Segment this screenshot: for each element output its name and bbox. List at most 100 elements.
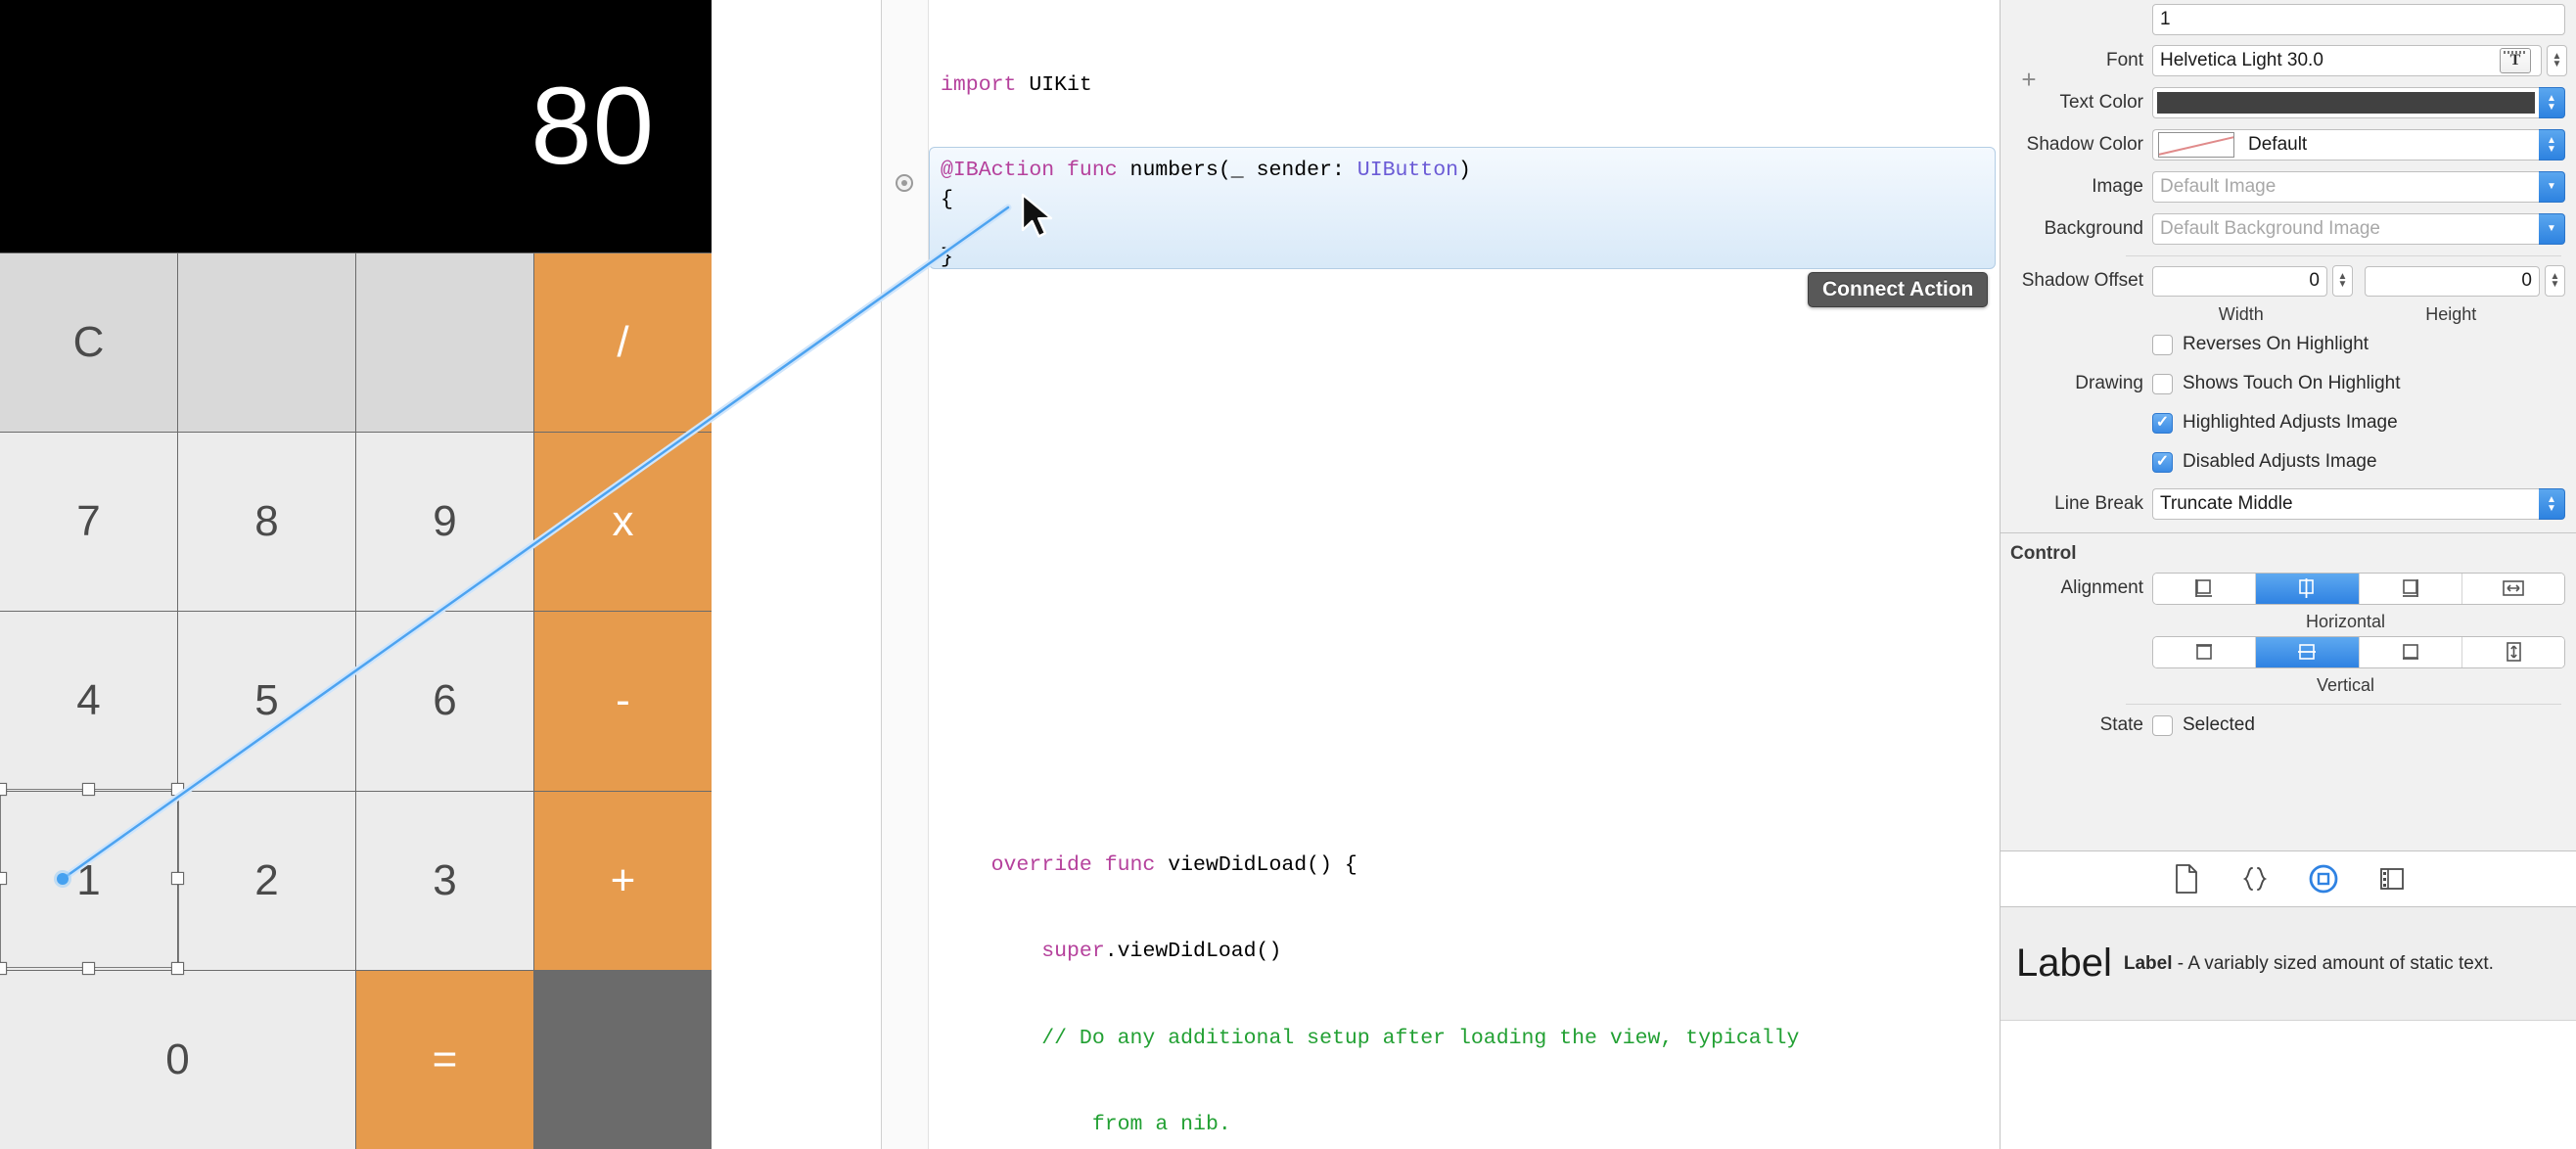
align-left-icon: [2190, 577, 2218, 599]
background-combo-input[interactable]: Default Background Image: [2152, 213, 2539, 245]
interface-builder-canvas[interactable]: 80 C / 7 8 9 x 4 5 6 - 1 2 3 + 0 =: [0, 0, 881, 1149]
connection-target-icon[interactable]: [896, 174, 913, 192]
display-value-label: 80: [530, 71, 712, 181]
image-combo-input[interactable]: Default Image: [2152, 171, 2539, 203]
key-multiply[interactable]: x: [534, 433, 712, 611]
align-bottom-segment[interactable]: [2360, 637, 2462, 667]
vertical-alignment-segmented[interactable]: [2152, 636, 2565, 668]
calculator-keypad[interactable]: C / 7 8 9 x 4 5 6 - 1 2 3 + 0 =: [0, 253, 712, 1149]
key-blank-1[interactable]: [178, 253, 355, 432]
mouse-cursor-icon: [1020, 193, 1059, 244]
align-fill-vertical-segment[interactable]: [2462, 637, 2564, 667]
code-line: import UIKit: [929, 71, 2000, 101]
calculator-preview[interactable]: 80 C / 7 8 9 x 4 5 6 - 1 2 3 + 0 =: [0, 0, 712, 1149]
width-caption: Width: [2152, 300, 2330, 325]
shadow-color-field[interactable]: Default: [2152, 129, 2539, 161]
highlighted-adjusts-image-checkbox[interactable]: [2152, 413, 2173, 434]
close-paren: ): [1458, 159, 1471, 182]
align-right-segment[interactable]: [2360, 574, 2462, 604]
key-0[interactable]: 0: [0, 971, 355, 1149]
key-4[interactable]: 4: [0, 612, 177, 790]
shadow-offset-width-input[interactable]: 0: [2152, 266, 2327, 297]
shadow-color-popup-arrow[interactable]: ▲ ▼: [2539, 129, 2565, 161]
align-top-icon: [2190, 641, 2218, 663]
height-caption: Height: [2363, 300, 2541, 325]
open-brace: {: [941, 188, 953, 211]
align-middle-segment[interactable]: [2256, 637, 2359, 667]
object-description: Label Label - A variably sized amount of…: [2001, 907, 2576, 1020]
alignment-vertical-row: [2001, 632, 2576, 671]
key-8[interactable]: 8: [178, 433, 355, 611]
text-color-popup-arrow[interactable]: ▲ ▼: [2539, 87, 2565, 118]
reverses-on-highlight-label: Reverses On Highlight: [2183, 334, 2369, 355]
font-input[interactable]: Helvetica Light 30.0 T: [2152, 45, 2542, 76]
key-6[interactable]: 6: [356, 612, 533, 790]
title-input[interactable]: 1: [2152, 4, 2565, 35]
connect-action-tooltip: Connect Action: [1808, 272, 1988, 307]
horizontal-caption: Horizontal: [2001, 608, 2576, 632]
ibaction-code[interactable]: @IBAction func numbers(_ sender: UIButto…: [941, 147, 1996, 269]
shadow-offset-height-input[interactable]: 0: [2365, 266, 2540, 297]
code-line: override func viewDidLoad() {: [929, 851, 2000, 881]
shadow-color-label: Shadow Color: [2010, 134, 2152, 156]
key-3[interactable]: 3: [356, 792, 533, 970]
width-caption-wrap: Width: [2152, 300, 2330, 325]
image-popup-arrow[interactable]: ▼: [2539, 171, 2565, 203]
close-brace: }: [941, 246, 953, 269]
key-divide[interactable]: /: [534, 253, 712, 432]
key-9[interactable]: 9: [356, 433, 533, 611]
align-fill-horizontal-segment[interactable]: [2462, 574, 2564, 604]
reverses-on-highlight-checkbox[interactable]: [2152, 335, 2173, 355]
line-break-popup-arrow[interactable]: ▲ ▼: [2539, 488, 2565, 520]
line-break-select[interactable]: Truncate Middle: [2152, 488, 2539, 520]
code-line: // Do any additional setup after loading…: [929, 1025, 2000, 1054]
state-selected-checkbox[interactable]: [2152, 715, 2173, 736]
object-name: Label: [2124, 953, 2173, 974]
drawing-label: Drawing: [2010, 373, 2152, 394]
attributes-inspector-panel[interactable]: + 1 Font Helvetica Light 30.0 T ▲: [2000, 0, 2576, 1149]
key-2[interactable]: 2: [178, 792, 355, 970]
file-template-library-icon[interactable]: [2171, 863, 2202, 895]
key-7[interactable]: 7: [0, 433, 177, 611]
align-top-segment[interactable]: [2153, 637, 2256, 667]
code-snippet-library-icon[interactable]: [2239, 863, 2271, 895]
key-5[interactable]: 5: [178, 612, 355, 790]
font-picker-icon[interactable]: T: [2500, 48, 2531, 73]
library-list-area[interactable]: [2001, 1020, 2576, 1149]
key-equals[interactable]: =: [356, 971, 533, 1149]
key-plus[interactable]: +: [534, 792, 712, 970]
align-left-segment[interactable]: [2153, 574, 2256, 604]
shows-touch-on-highlight-checkbox[interactable]: [2152, 374, 2173, 394]
shadow-color-swatch[interactable]: [2158, 132, 2234, 158]
font-size-stepper[interactable]: ▲ ▼: [2547, 45, 2567, 76]
stepper-down-icon[interactable]: ▼: [2553, 61, 2562, 69]
object-summary: - A variably sized amount of static text…: [2178, 953, 2494, 974]
key-minus[interactable]: -: [534, 612, 712, 790]
chevron-down-icon: ▼: [2547, 224, 2556, 233]
drawing-option-row-3: Disabled Adjusts Image: [2001, 442, 2576, 482]
disabled-adjusts-image-checkbox[interactable]: [2152, 452, 2173, 473]
assistant-code-editor[interactable]: import UIKit class ViewController: UIVie…: [881, 0, 2000, 1149]
uibutton-type: UIButton: [1357, 159, 1458, 182]
media-library-icon[interactable]: [2376, 863, 2408, 895]
code-line: [929, 678, 2000, 708]
library-toolbar[interactable]: [2001, 850, 2576, 907]
key-blank-2[interactable]: [356, 253, 533, 432]
object-library-icon[interactable]: [2308, 863, 2339, 895]
background-popup-arrow[interactable]: ▼: [2539, 213, 2565, 245]
align-center-icon: [2293, 577, 2321, 599]
align-center-segment[interactable]: [2256, 574, 2359, 604]
key-clear[interactable]: C: [0, 253, 177, 432]
shadow-offset-width-stepper[interactable]: ▲ ▼: [2332, 265, 2353, 297]
shadow-offset-height-stepper[interactable]: ▲ ▼: [2545, 265, 2565, 297]
horizontal-alignment-segmented[interactable]: [2152, 573, 2565, 605]
inspector-scroll-area[interactable]: + 1 Font Helvetica Light 30.0 T ▲: [2001, 0, 2576, 850]
editor-gutter[interactable]: [882, 0, 929, 1149]
code-line: [929, 764, 2000, 794]
text-color-well[interactable]: [2152, 87, 2539, 118]
key-1[interactable]: 1: [0, 792, 177, 970]
code-line: [929, 418, 2000, 447]
func-keyword: func: [1054, 159, 1129, 182]
alignment-horizontal-row: Alignment: [2001, 569, 2576, 608]
add-state-plus-icon[interactable]: +: [2018, 69, 2040, 91]
